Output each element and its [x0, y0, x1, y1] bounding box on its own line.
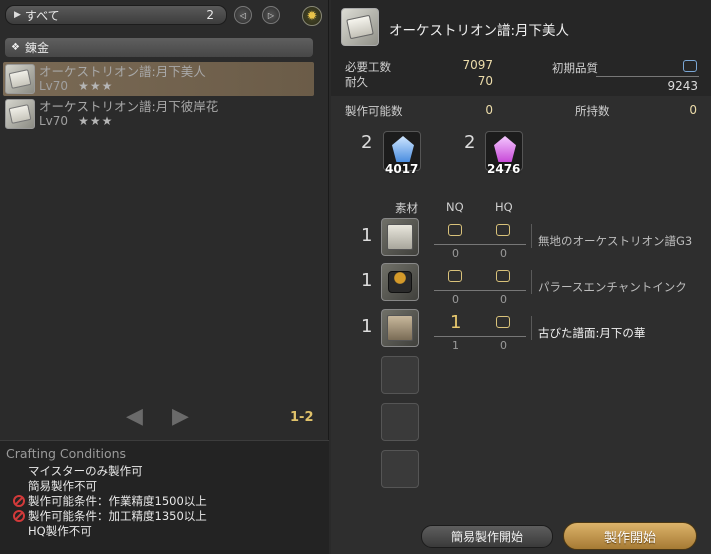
quick-synthesis-button[interactable]: 簡易製作開始 — [421, 525, 553, 548]
craftable-value: 0 — [485, 103, 493, 117]
nq-have: 1 — [452, 339, 459, 352]
column-divider — [531, 270, 532, 294]
column-divider — [531, 316, 532, 340]
craftable-label: 製作可能数 — [345, 104, 403, 118]
condition-line: 製作可能条件：加工精度1350以上 — [6, 509, 323, 524]
recipe-list-item[interactable]: オーケストリオン譜:月下彼岸花 Lv70 ★★★ — [3, 97, 314, 131]
category-label: 錬金 — [24, 41, 49, 55]
empty-material-slot — [381, 356, 419, 394]
required-progress-label: 必要工数 — [345, 60, 391, 74]
hq-have: 0 — [500, 293, 507, 306]
crystal-required: 2 — [361, 132, 373, 153]
nq-have: 0 — [452, 247, 459, 260]
condition-line: HQ製作不可 — [28, 524, 92, 538]
filter-count: 2 — [206, 8, 214, 22]
filter-label: すべて — [24, 8, 60, 23]
recipe-detail-header: オーケストリオン譜:月下美人 必要工数 7097 耐久 70 初期品質 9243 — [331, 0, 711, 96]
chevron-left-icon: ◁ — [239, 10, 247, 20]
hq-have: 0 — [500, 247, 507, 260]
orchestrion-roll-icon — [341, 8, 379, 46]
orchestrion-roll-icon — [5, 99, 35, 129]
material-qty: 1 — [361, 270, 373, 291]
initial-quality-value: 9243 — [667, 79, 698, 93]
durability-value: 70 — [477, 74, 493, 88]
material-column-header: 素材 — [395, 201, 418, 215]
quality-divider — [596, 76, 699, 77]
recipe-name: オーケストリオン譜:月下彼岸花 — [39, 99, 219, 114]
material-qty: 1 — [361, 225, 373, 246]
condition-line: 簡易製作不可 — [28, 479, 97, 493]
orchestrion-roll-icon — [5, 64, 35, 94]
column-divider — [531, 224, 532, 248]
recipe-level: Lv70 — [39, 79, 69, 93]
hq-column-header: HQ — [495, 200, 513, 214]
have-divider — [434, 336, 526, 337]
required-progress-value: 7097 — [462, 58, 493, 72]
empty-material-slot — [381, 450, 419, 488]
ink-icon[interactable] — [381, 263, 419, 301]
material-qty: 1 — [361, 316, 373, 337]
recipe-title: オーケストリオン譜:月下美人 — [389, 23, 570, 39]
crystal-required: 2 — [464, 132, 476, 153]
condition-line: マイスターのみ製作可 — [28, 464, 143, 478]
recipe-stars: ★★★ — [78, 114, 114, 128]
recipe-list-item[interactable]: オーケストリオン譜:月下美人 Lv70 ★★★ — [3, 62, 314, 96]
dropdown-arrow-icon: ▶ — [14, 10, 21, 20]
synthesize-button[interactable]: 製作開始 — [563, 522, 697, 550]
condition-line: 製作可能条件：作業精度1500以上 — [6, 494, 323, 509]
prohibited-icon — [13, 510, 25, 522]
nq-have: 0 — [452, 293, 459, 306]
prev-page-button[interactable]: ◀ — [126, 404, 143, 429]
category-header[interactable]: ❖ 錬金 — [5, 38, 313, 57]
category-diamond-icon: ❖ — [11, 42, 20, 53]
gear-icon: ✹ — [306, 8, 318, 24]
hq-slot[interactable] — [496, 316, 510, 328]
next-page-button[interactable]: ▶ — [172, 404, 189, 429]
recipe-detail-pane: オーケストリオン譜:月下美人 必要工数 7097 耐久 70 初期品質 9243… — [331, 0, 711, 554]
hq-have: 0 — [500, 339, 507, 352]
hq-slot[interactable] — [496, 224, 510, 236]
old-score-icon[interactable] — [381, 309, 419, 347]
have-divider — [434, 290, 526, 291]
next-category-button[interactable]: ▷ — [262, 6, 280, 24]
recipe-filter-dropdown[interactable]: ▶ すべて 2 — [5, 5, 227, 25]
chevron-right-icon: ▷ — [267, 10, 275, 20]
prohibited-icon — [13, 495, 25, 507]
recipe-level: Lv70 — [39, 114, 69, 128]
owned-label: 所持数 — [575, 104, 610, 118]
nq-column-header: NQ — [446, 200, 464, 214]
settings-button[interactable]: ✹ — [302, 6, 322, 26]
conditions-title: Crafting Conditions — [6, 446, 127, 461]
blank-sheet-icon[interactable] — [381, 218, 419, 256]
nq-slot[interactable] — [448, 224, 462, 236]
empty-material-slot — [381, 403, 419, 441]
durability-label: 耐久 — [345, 75, 368, 89]
crystal-have: 2476 — [487, 162, 521, 176]
crystal-have: 4017 — [385, 162, 419, 176]
recipe-stars: ★★★ — [78, 79, 114, 93]
crafting-conditions-panel: Crafting Conditions マイスターのみ製作可 簡易製作不可 製作… — [0, 440, 329, 554]
recipe-name: オーケストリオン譜:月下美人 — [39, 64, 206, 79]
recipe-list-pane: ▶ すべて 2 ◁ ▷ ✹ ❖ 錬金 オーケストリオン譜:月下美人 Lv70 ★★… — [0, 0, 329, 554]
material-name: 古びた譜面:月下の華 — [538, 326, 646, 340]
prev-category-button[interactable]: ◁ — [234, 6, 252, 24]
owned-value: 0 — [689, 103, 697, 117]
material-name: 無地のオーケストリオン譜G3 — [538, 234, 693, 248]
material-name: パラースエンチャントインク — [538, 280, 687, 294]
have-divider — [434, 244, 526, 245]
page-indicator: 1-2 — [290, 410, 314, 425]
nq-allocated[interactable]: 1 — [450, 312, 461, 333]
initial-quality-checkbox[interactable] — [683, 60, 697, 72]
hq-slot[interactable] — [496, 270, 510, 282]
initial-quality-label: 初期品質 — [552, 61, 598, 75]
nq-slot[interactable] — [448, 270, 462, 282]
